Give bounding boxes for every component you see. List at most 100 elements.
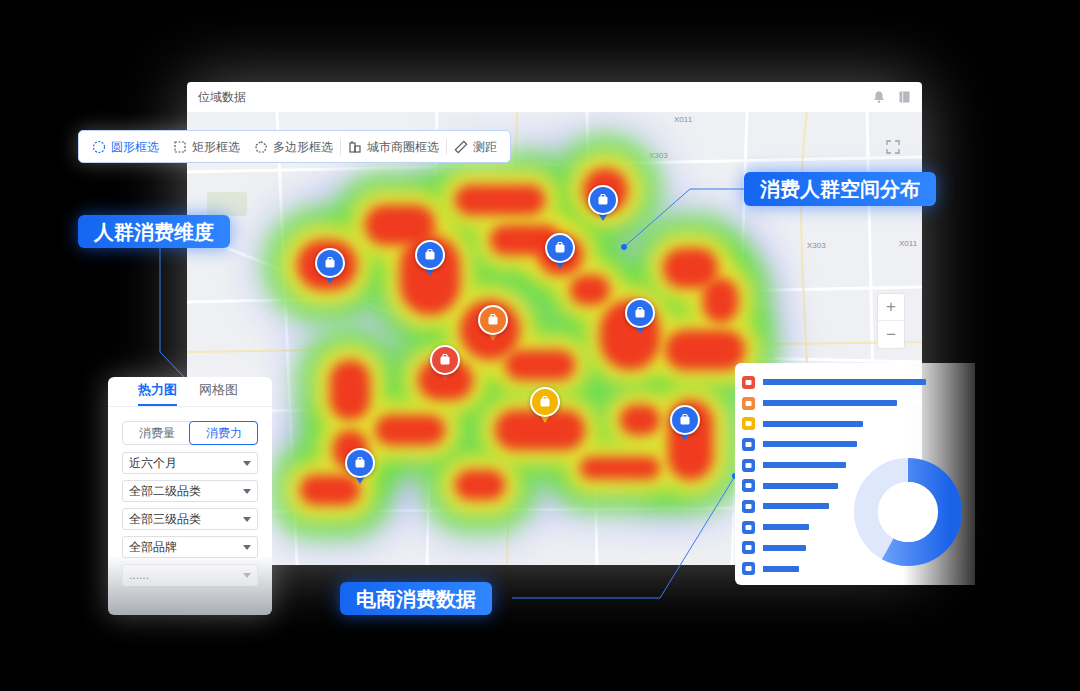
category-icon <box>742 479 755 492</box>
pin-head <box>415 240 445 270</box>
toolbar-item-icon <box>173 140 187 154</box>
filter-dropdown[interactable]: ...... <box>122 564 258 586</box>
toolbar-label: 城市商圈框选 <box>367 138 439 156</box>
map-pin[interactable] <box>478 305 508 343</box>
view-tab[interactable]: 网格图 <box>199 380 238 407</box>
dropdown-value: 全部三级品类 <box>129 510 201 528</box>
title-actions <box>872 90 911 104</box>
map-pin[interactable] <box>415 240 445 278</box>
fullscreen-icon[interactable] <box>886 140 900 154</box>
toolbar-item[interactable]: 测距 <box>447 138 504 156</box>
bar-fill <box>763 545 806 551</box>
category-icon <box>742 500 755 513</box>
window-title: 位域数据 <box>198 88 246 106</box>
bell-icon[interactable] <box>872 90 886 104</box>
map-pin[interactable] <box>588 185 618 223</box>
map-label: X303 <box>807 240 826 252</box>
filter-dropdown[interactable]: 全部三级品类 <box>122 508 258 530</box>
heat-spot <box>580 457 660 479</box>
circle-select-icon <box>92 140 106 154</box>
book-icon[interactable] <box>898 90 911 104</box>
donut-segment <box>866 470 950 554</box>
dropdown-value: 全部二级品类 <box>129 482 201 500</box>
view-tabs: 热力图网格图 <box>108 377 272 407</box>
mode-option[interactable]: 消费量 <box>123 422 190 444</box>
pin-head <box>588 185 618 215</box>
mode-option[interactable]: 消费力 <box>189 421 258 445</box>
map-pin[interactable] <box>545 233 575 271</box>
heat-spot <box>300 475 360 505</box>
map-label: X011 <box>899 238 917 250</box>
bar-row <box>742 413 933 434</box>
filter-dropdown[interactable]: 近六个月 <box>122 452 258 474</box>
filter-dropdowns: 近六个月全部二级品类全部三级品类全部品牌...... <box>122 452 258 586</box>
map-pin[interactable] <box>315 248 345 286</box>
polygon-select-icon <box>254 140 268 154</box>
bar-track <box>763 421 933 427</box>
category-icon <box>742 397 755 410</box>
map-pin[interactable] <box>430 345 460 383</box>
toolbar-item[interactable]: 矩形框选 <box>166 138 247 156</box>
category-icon <box>742 376 755 389</box>
bar-row <box>742 372 933 393</box>
view-tab[interactable]: 热力图 <box>138 380 177 407</box>
category-icon <box>423 248 437 262</box>
caret-icon <box>243 517 251 522</box>
dropdown-value: ...... <box>129 566 149 584</box>
bar-fill <box>763 483 838 489</box>
toolbar-item-icon <box>454 140 468 154</box>
pin-head <box>430 345 460 375</box>
bar-fill <box>763 400 897 406</box>
category-icon <box>742 562 755 575</box>
bar-fill <box>763 379 926 385</box>
toolbar-item[interactable]: 多边形框选 <box>247 138 340 156</box>
map-pin[interactable] <box>345 448 375 486</box>
dropdown-value: 全部品牌 <box>129 538 177 556</box>
heat-spot <box>703 278 738 323</box>
toolbar-label: 多边形框选 <box>273 138 333 156</box>
zoom-in-button[interactable]: + <box>878 294 904 321</box>
toolbar-item-icon <box>254 140 268 154</box>
category-icon <box>438 353 452 367</box>
map-pin[interactable] <box>625 298 655 336</box>
toolbar-item-icon <box>92 140 106 154</box>
dropdown-value: 近六个月 <box>129 454 177 472</box>
toolbar-item[interactable]: 圆形框选 <box>85 138 166 156</box>
donut-hole <box>878 482 938 542</box>
category-icon <box>538 395 552 409</box>
bar-track <box>763 441 933 447</box>
chart-panel <box>735 363 975 585</box>
category-icon <box>323 256 337 270</box>
zoom-control: +− <box>877 293 905 349</box>
pin-head <box>625 298 655 328</box>
category-icon <box>742 459 755 472</box>
heat-spot <box>375 415 445 445</box>
pin-head <box>478 305 508 335</box>
heat-spot <box>505 350 575 380</box>
zoom-out-button[interactable]: − <box>878 321 904 348</box>
bar-fill <box>763 462 846 468</box>
category-icon <box>742 521 755 534</box>
toolbar-divider <box>446 139 447 155</box>
caret-icon <box>243 545 251 550</box>
bar-track <box>763 566 933 572</box>
map-pin[interactable] <box>530 387 560 425</box>
toolbar-item-icon <box>348 140 362 154</box>
donut-chart <box>848 452 968 572</box>
filter-dropdown[interactable]: 全部品牌 <box>122 536 258 558</box>
filter-dropdown[interactable]: 全部二级品类 <box>122 480 258 502</box>
category-icon <box>742 417 755 430</box>
category-icon <box>742 541 755 554</box>
bar-fill <box>763 566 799 572</box>
rect-select-icon <box>173 140 187 154</box>
bar-row <box>742 393 933 414</box>
callout-dimension: 人群消费维度 <box>78 215 230 248</box>
heat-spot <box>455 470 505 500</box>
bar-fill <box>763 524 809 530</box>
building-icon <box>348 140 362 154</box>
category-icon <box>353 456 367 470</box>
heat-spot <box>330 360 370 420</box>
heat-spot <box>665 330 745 370</box>
map-pin[interactable] <box>670 405 700 443</box>
toolbar-item[interactable]: 城市商圈框选 <box>341 138 446 156</box>
